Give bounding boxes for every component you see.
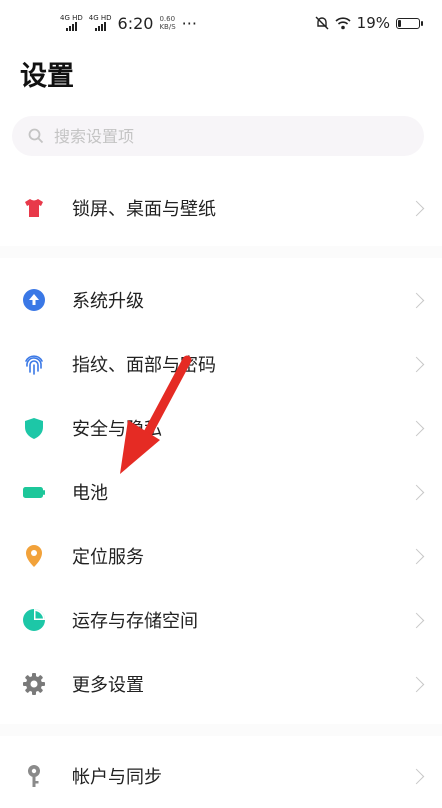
settings-item-label: 运存与存储空间 — [72, 611, 198, 632]
settings-item-label: 更多设置 — [72, 675, 144, 696]
settings-item-lockscreen-wallpaper[interactable]: 锁屏、桌面与壁纸 — [0, 176, 442, 240]
pie-chart-icon — [23, 609, 45, 631]
settings-item-label: 锁屏、桌面与壁纸 — [72, 199, 216, 220]
network-speed: 0.60 KB/S — [159, 15, 176, 31]
battery-percent: 19% — [356, 14, 390, 32]
chevron-right-icon — [408, 420, 425, 436]
location-icon — [26, 545, 42, 567]
settings-item-security-privacy[interactable]: 安全与隐私 — [0, 396, 442, 460]
fingerprint-icon — [25, 355, 43, 375]
settings-item-location[interactable]: 定位服务 — [0, 524, 442, 588]
group-divider — [0, 246, 442, 258]
mute-bell-icon — [315, 16, 329, 30]
shield-icon — [25, 418, 43, 439]
chevron-right-icon — [408, 292, 425, 308]
tshirt-icon — [25, 199, 43, 217]
chevron-right-icon — [408, 484, 425, 500]
settings-item-more-settings[interactable]: 更多设置 — [0, 652, 442, 716]
search-bar[interactable] — [12, 116, 424, 156]
group-divider — [0, 724, 442, 736]
settings-item-label: 指纹、面部与密码 — [72, 355, 216, 376]
gear-icon — [23, 673, 45, 695]
settings-item-label: 帐户与同步 — [72, 767, 162, 788]
settings-item-label: 系统升级 — [72, 291, 144, 312]
settings-item-system-update[interactable]: 系统升级 — [0, 268, 442, 332]
settings-item-label: 电池 — [72, 483, 108, 504]
settings-item-accounts-sync[interactable]: 帐户与同步 — [0, 744, 442, 808]
chevron-right-icon — [408, 356, 425, 372]
search-input[interactable] — [52, 125, 356, 147]
signal-sim1-icon: 4G HD — [60, 15, 83, 31]
settings-item-label: 定位服务 — [72, 547, 144, 568]
settings-item-label: 安全与隐私 — [72, 419, 162, 440]
search-icon — [28, 128, 44, 144]
status-bar: 4G HD 4G HD 6:20 0.60 KB/S ··· 19% — [0, 0, 442, 46]
battery-icon — [23, 487, 45, 498]
clock: 6:20 — [117, 13, 154, 33]
chevron-right-icon — [408, 676, 425, 692]
chevron-right-icon — [408, 612, 425, 628]
settings-item-fingerprint-face-password[interactable]: 指纹、面部与密码 — [0, 332, 442, 396]
settings-item-battery[interactable]: 电池 — [0, 460, 442, 524]
settings-item-ram-storage[interactable]: 运存与存储空间 — [0, 588, 442, 652]
chevron-right-icon — [408, 548, 425, 564]
battery-status-icon — [396, 17, 423, 29]
signal-sim2-icon: 4G HD — [89, 15, 112, 31]
chevron-right-icon — [408, 768, 425, 784]
chevron-right-icon — [408, 200, 425, 216]
key-icon — [28, 765, 40, 787]
page-title: 设置 — [20, 61, 74, 92]
wifi-icon — [335, 16, 351, 29]
upgrade-icon — [23, 289, 45, 311]
more-notifications: ··· — [181, 13, 197, 33]
